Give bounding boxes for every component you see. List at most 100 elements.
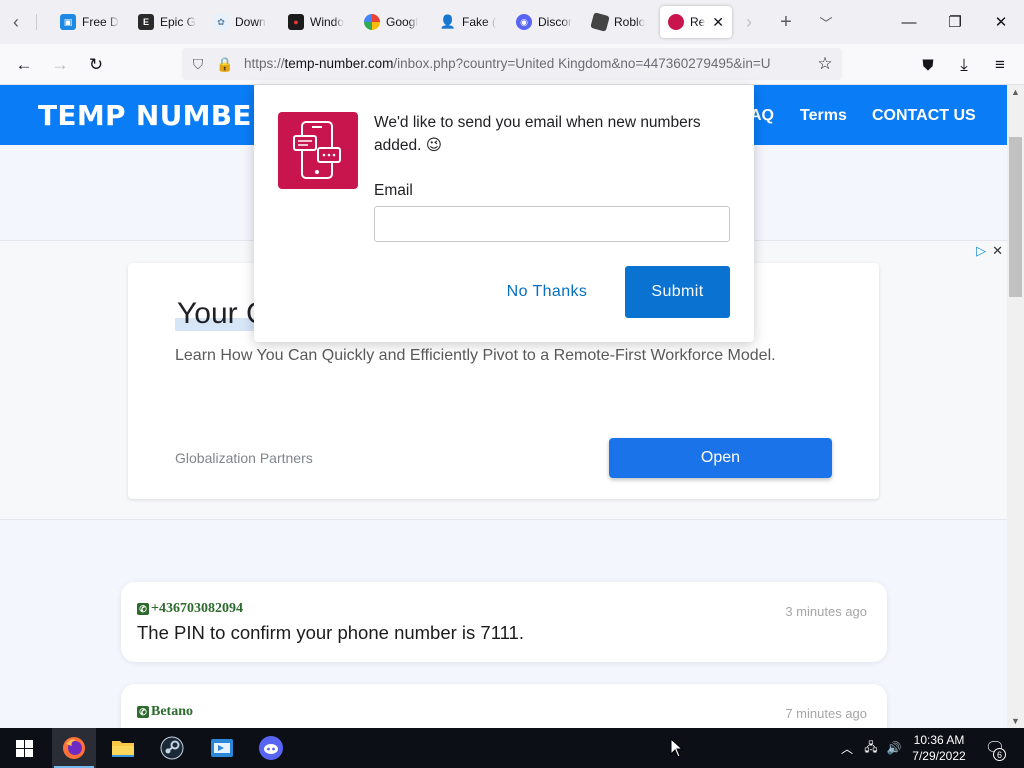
pocket-button[interactable]: ⛊ <box>915 52 941 78</box>
close-tab-icon[interactable]: ✕ <box>712 14 724 31</box>
tab-discord[interactable]: ◉ Discor <box>508 6 584 38</box>
tab-label: Free D <box>82 15 119 29</box>
clock-time: 10:36 AM <box>913 733 965 747</box>
nav-link-contact-us[interactable]: CONTACT US <box>872 107 976 125</box>
tab-label: Epic G <box>160 15 197 29</box>
free-d-favicon-icon: ▣ <box>60 14 76 30</box>
tab-fake-name[interactable]: 👤 Fake ( <box>432 6 508 38</box>
phone-chat-icon <box>278 112 358 189</box>
tab-label: Fake ( <box>462 15 497 29</box>
folder-icon <box>112 741 134 757</box>
windows-logo-icon <box>15 739 33 757</box>
speaker-icon: 🔊 <box>886 741 902 755</box>
minimize-button[interactable]: — <box>894 8 924 36</box>
taskbar-discord[interactable] <box>249 728 293 768</box>
tab-epic-games[interactable]: E Epic G <box>130 6 206 38</box>
bookmark-star-icon[interactable]: ☆ <box>816 54 834 73</box>
google-favicon-icon <box>364 14 380 30</box>
download-icon: ⤓ <box>960 55 968 74</box>
message-body: The PIN to confirm your phone number is … <box>137 622 524 643</box>
taskbar-firefox[interactable] <box>52 728 96 768</box>
taskbar-clock[interactable]: 10:36 AM 7/29/2022 <box>904 732 974 764</box>
tab-free-d[interactable]: ▣ Free D <box>52 6 128 38</box>
back-button[interactable]: ← <box>11 52 37 78</box>
reload-button[interactable]: ↻ <box>83 52 109 78</box>
chevron-right-icon: › <box>746 11 752 32</box>
new-tab-button[interactable]: + <box>774 10 798 34</box>
tab-label: Windo <box>310 15 345 29</box>
ad-close-icon[interactable]: ✕ <box>992 243 1003 259</box>
address-bar[interactable]: ⛉ 🔒 https://temp-number.com/inbox.php?co… <box>182 48 842 80</box>
ad-open-button[interactable]: Open <box>609 438 832 478</box>
scroll-up-arrow-icon[interactable]: ▲ <box>1007 85 1024 99</box>
restore-icon: ❐ <box>948 14 962 31</box>
downloads-button[interactable]: ⤓ <box>951 52 977 78</box>
email-input[interactable] <box>374 206 730 242</box>
ad-advertiser: Globalization Partners <box>175 450 313 466</box>
restore-button[interactable]: ❐ <box>940 8 970 36</box>
email-label: Email <box>374 182 413 199</box>
message-time: 7 minutes ago <box>785 706 867 721</box>
message-sender-name: Betano <box>151 704 193 719</box>
shield-icon[interactable]: ⛉ <box>189 55 207 73</box>
start-button[interactable] <box>2 728 46 768</box>
volume-button[interactable]: 🔊 <box>884 728 904 768</box>
close-window-button[interactable]: ✕ <box>986 8 1016 36</box>
tab-label: Re <box>690 15 706 29</box>
tab-roblox[interactable]: Roblo <box>584 6 660 38</box>
taskbar-app[interactable] <box>200 728 244 768</box>
tab-label: Discor <box>538 15 573 29</box>
mouse-cursor-icon <box>670 738 684 758</box>
pocket-icon: ⛊ <box>922 56 934 74</box>
phone-icon: ✆ <box>137 706 149 718</box>
plus-icon: + <box>780 10 792 33</box>
chevron-left-icon: ‹ <box>13 11 19 32</box>
arrow-right-icon: → <box>51 55 69 74</box>
show-hidden-icons-button[interactable]: ︿ <box>838 728 856 768</box>
lock-icon[interactable]: 🔒 <box>216 55 234 73</box>
chevron-down-icon: ﹀ <box>819 15 833 31</box>
forward-button[interactable]: → <box>47 52 73 78</box>
message-time: 3 minutes ago <box>785 604 867 619</box>
tab-scroll-left-button[interactable]: ‹ <box>4 10 28 34</box>
url-host: temp-number.com <box>284 56 394 71</box>
url-text[interactable]: https://temp-number.com/inbox.php?countr… <box>244 56 810 71</box>
action-center-button[interactable]: 🗨 6 <box>980 728 1010 768</box>
windows-favicon-icon: ● <box>288 14 304 30</box>
network-icon: 🖧 <box>864 739 878 754</box>
tab-temp-number[interactable]: Re ✕ <box>660 6 732 38</box>
no-thanks-button[interactable]: No Thanks <box>490 266 604 318</box>
url-prefix: https:// <box>244 56 285 71</box>
site-logo[interactable]: TEMP NUMBER <box>38 99 274 132</box>
clock-date: 7/29/2022 <box>912 749 966 763</box>
ad-choices[interactable]: ▷ ✕ <box>976 243 1003 259</box>
discord-favicon-icon: ◉ <box>516 14 532 30</box>
scrollbar-thumb[interactable] <box>1009 137 1022 297</box>
nav-link-terms[interactable]: Terms <box>800 107 847 125</box>
taskbar-file-explorer[interactable] <box>101 728 145 768</box>
app-icon <box>211 739 233 757</box>
firefox-icon <box>63 737 85 759</box>
tab-download[interactable]: ✿ Down <box>205 6 281 38</box>
scroll-down-arrow-icon[interactable]: ▼ <box>1007 714 1024 728</box>
taskbar: ︿ 🖧 🔊 10:36 AM 7/29/2022 🗨 6 <box>0 728 1024 768</box>
menu-button[interactable]: ≡ <box>987 52 1013 78</box>
submit-button[interactable]: Submit <box>625 266 730 318</box>
tab-google[interactable]: Googl <box>356 6 432 38</box>
page-scrollbar[interactable]: ▲ ▼ <box>1007 85 1024 728</box>
arrow-left-icon: ← <box>15 55 33 74</box>
list-all-tabs-button[interactable]: ﹀ <box>814 10 838 34</box>
message-sender: ✆ +436703082094 <box>137 601 243 617</box>
tab-scroll-right-button[interactable]: › <box>737 10 761 34</box>
close-icon: ✕ <box>994 14 1008 31</box>
taskbar-steam[interactable] <box>150 728 194 768</box>
message-card: ✆ Betano 7 minutes ago <box>121 684 887 728</box>
tab-windows[interactable]: ● Windo <box>280 6 356 38</box>
ad-choices-icon[interactable]: ▷ <box>976 243 986 259</box>
phone-icon: ✆ <box>137 603 149 615</box>
popup-message: We'd like to send you email when new num… <box>374 114 701 154</box>
network-button[interactable]: 🖧 <box>861 728 881 768</box>
roblox-favicon-icon <box>590 12 610 32</box>
url-path: /inbox.php?country=United Kingdom&no=447… <box>393 56 771 71</box>
hamburger-menu-icon: ≡ <box>995 55 1005 74</box>
